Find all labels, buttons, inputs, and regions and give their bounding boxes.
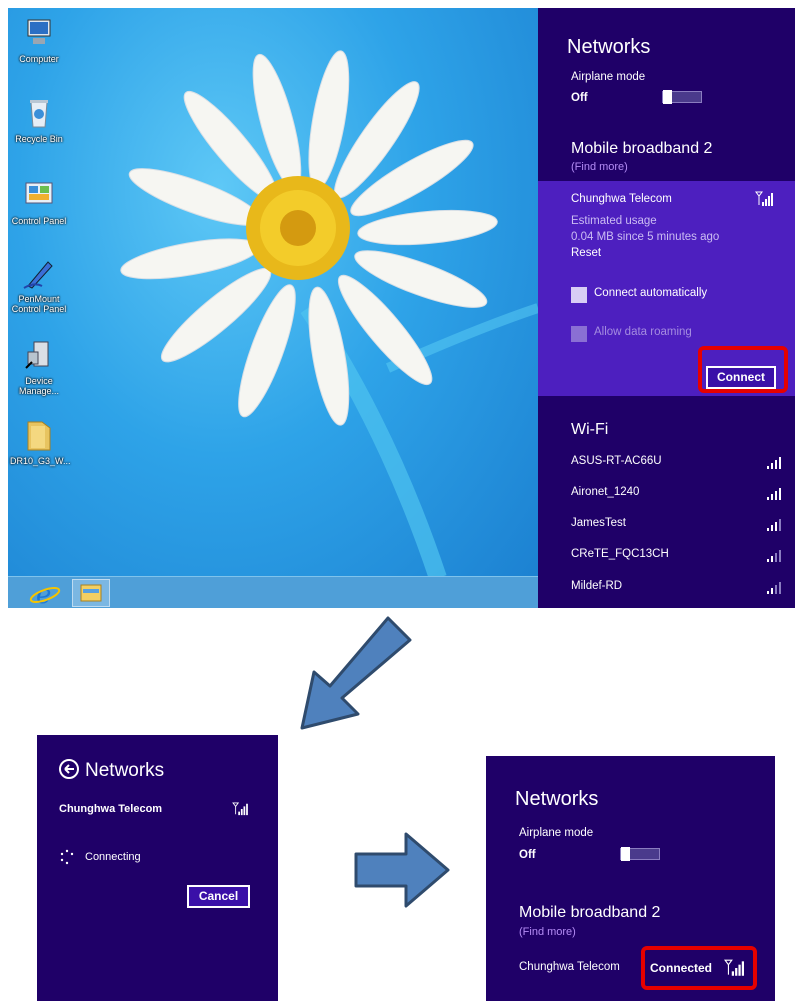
wifi-signal-icon xyxy=(767,550,781,562)
airplane-mode-state: Off xyxy=(519,849,536,861)
internet-explorer-icon: e xyxy=(29,580,61,608)
allow-roaming-label: Allow data roaming xyxy=(594,326,692,338)
panel-title: Networks xyxy=(515,788,599,810)
connecting-status: Connecting xyxy=(85,851,141,863)
wifi-network-name: Aironet_1240 xyxy=(571,486,640,498)
connected-panel: Networks Airplane mode Off Mobile broadb… xyxy=(486,756,775,1001)
carrier-name: Chunghwa Telecom xyxy=(59,803,163,815)
desktop-icon-label: Computer xyxy=(19,54,59,64)
estimated-usage-label: Estimated usage xyxy=(571,215,657,227)
arrow-down-left xyxy=(300,616,412,730)
desktop-icon-label: PenMount xyxy=(18,294,60,304)
mobile-broadband-selected[interactable]: Chunghwa Telecom Estimated usage 0.04 MB… xyxy=(538,181,795,396)
connect-automatically-checkbox[interactable] xyxy=(571,287,587,303)
highlight-box xyxy=(698,346,788,393)
windows8-screenshot: Computer Recycle Bin Control Panel PenMo… xyxy=(8,8,795,608)
recycle-bin-icon xyxy=(30,100,48,128)
mobile-broadband-title: Mobile broadband 2 xyxy=(571,140,713,157)
desktop-icon-penmount[interactable]: PenMount Control Panel xyxy=(10,256,68,314)
desktop-icon-control-panel[interactable]: Control Panel xyxy=(10,178,68,226)
desktop-icon-recycle-bin[interactable]: Recycle Bin xyxy=(10,96,68,144)
taskbar-internet-explorer[interactable]: e xyxy=(26,579,64,608)
airplane-mode-toggle[interactable] xyxy=(662,90,702,104)
wifi-network-row[interactable]: JamesTest xyxy=(571,517,781,537)
arrow-right xyxy=(354,832,450,908)
wifi-network-row[interactable]: Mildef-RD xyxy=(571,580,781,600)
control-panel-icon xyxy=(25,182,53,204)
wifi-signal-icon xyxy=(767,488,781,500)
usage-value: 0.04 MB since 5 minutes ago xyxy=(571,231,720,243)
wifi-network-name: Mildef-RD xyxy=(571,580,623,592)
folder-icon xyxy=(27,421,51,451)
desktop-icon-device-manager[interactable]: Device Manage... xyxy=(10,338,68,396)
panel-title: Networks xyxy=(85,760,165,781)
desktop-icon-label: Device xyxy=(25,376,53,386)
wifi-network-name: CReTE_FQC13CH xyxy=(571,548,669,560)
connecting-panel: Networks Chunghwa Telecom Connecting Can… xyxy=(37,735,278,1001)
wifi-network-name: JamesTest xyxy=(571,517,626,529)
cancel-button[interactable]: Cancel xyxy=(187,885,250,908)
wifi-network-name: ASUS-RT-AC66U xyxy=(571,455,662,467)
airplane-mode-label: Airplane mode xyxy=(571,71,646,83)
networks-charm-panel: Networks Airplane mode Off Mobile broadb… xyxy=(538,8,795,608)
desktop: Computer Recycle Bin Control Panel PenMo… xyxy=(8,8,538,608)
highlight-box xyxy=(641,946,757,990)
desktop-icon-computer[interactable]: Computer xyxy=(10,16,68,64)
carrier-name: Chunghwa Telecom xyxy=(571,193,672,205)
wifi-network-row[interactable]: CReTE_FQC13CH xyxy=(571,548,781,568)
airplane-mode-label: Airplane mode xyxy=(519,827,594,839)
find-more-link[interactable]: (Find more) xyxy=(519,926,576,938)
back-arrow-icon[interactable] xyxy=(59,759,79,779)
desktop-icon-label: Manage... xyxy=(18,386,60,396)
signal-icon xyxy=(755,191,773,206)
spinner-icon xyxy=(60,849,74,865)
wifi-signal-icon xyxy=(767,519,781,531)
desktop-icon-label: Control Panel xyxy=(11,216,67,226)
connect-automatically-label: Connect automatically xyxy=(594,287,708,299)
file-explorer-icon xyxy=(80,584,102,602)
carrier-name[interactable]: Chunghwa Telecom xyxy=(519,961,620,973)
wifi-title: Wi-Fi xyxy=(571,421,609,438)
device-manager-icon xyxy=(25,341,49,369)
desktop-icon-folder[interactable]: DR10_G3_W... xyxy=(10,418,71,466)
taskbar: e xyxy=(8,576,538,608)
allow-roaming-checkbox[interactable] xyxy=(571,326,587,342)
daisy-wallpaper xyxy=(120,50,538,580)
taskbar-file-explorer[interactable] xyxy=(72,579,110,607)
desktop-icon-label: Control Panel xyxy=(11,304,67,314)
wifi-signal-icon xyxy=(767,582,781,594)
desktop-icon-label: DR10_G3_W... xyxy=(10,456,71,466)
wifi-network-row[interactable]: ASUS-RT-AC66U xyxy=(571,455,781,475)
signal-icon xyxy=(232,802,248,816)
wifi-signal-icon xyxy=(767,457,781,469)
panel-title: Networks xyxy=(567,36,651,58)
pen-icon xyxy=(23,261,53,289)
mobile-broadband-title: Mobile broadband 2 xyxy=(519,904,661,921)
airplane-mode-toggle[interactable] xyxy=(620,847,660,861)
airplane-mode-state: Off xyxy=(571,92,588,104)
computer-icon xyxy=(27,19,51,44)
panel-header: Networks xyxy=(59,759,164,782)
wifi-network-row[interactable]: Aironet_1240 xyxy=(571,486,781,506)
reset-link[interactable]: Reset xyxy=(571,247,601,259)
desktop-icon-label: Recycle Bin xyxy=(15,134,63,144)
find-more-link[interactable]: (Find more) xyxy=(571,161,628,173)
